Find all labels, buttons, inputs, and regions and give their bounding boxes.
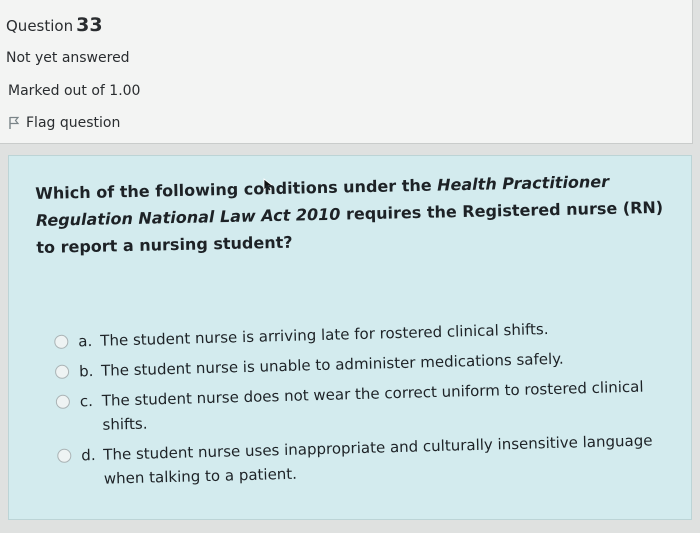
question-text: Which of the following conditions under … — [35, 166, 682, 260]
question-state: Not yet answered — [6, 50, 130, 66]
flag-question-button[interactable]: Flag question — [8, 115, 120, 131]
answer-option-c[interactable]: c. The student nurse does not wear the c… — [55, 374, 677, 438]
question-text-part1: Which of the following conditions under … — [35, 175, 438, 203]
question-label: Question 33 — [6, 14, 103, 36]
question-number: 33 — [76, 14, 103, 36]
answer-letter-a: a. — [78, 332, 93, 351]
radio-button-b[interactable] — [54, 364, 70, 379]
radio-button-c[interactable] — [55, 394, 71, 409]
radio-button-a[interactable] — [54, 334, 69, 349]
flag-question-label: Flag question — [26, 115, 121, 131]
answer-letter-d: d. — [81, 445, 96, 465]
flag-icon — [8, 116, 20, 130]
radio-button-d[interactable] — [57, 448, 72, 463]
answer-option-d[interactable]: d. The student nurse uses inappropriate … — [57, 428, 678, 492]
question-grade: Marked out of 1.00 — [8, 83, 141, 99]
answer-text-d: The student nurse uses inappropriate and… — [103, 431, 653, 488]
question-info-panel: Question 33 Not yet answered Marked out o… — [0, 0, 693, 144]
answer-letter-c: c. — [79, 392, 94, 411]
answer-text-c: The student nurse does not wear the corr… — [101, 377, 644, 434]
answer-letter-b: b. — [78, 361, 94, 381]
answer-options: a. The student nurse is arriving late fo… — [54, 314, 678, 498]
question-label-text: Question — [6, 17, 74, 35]
